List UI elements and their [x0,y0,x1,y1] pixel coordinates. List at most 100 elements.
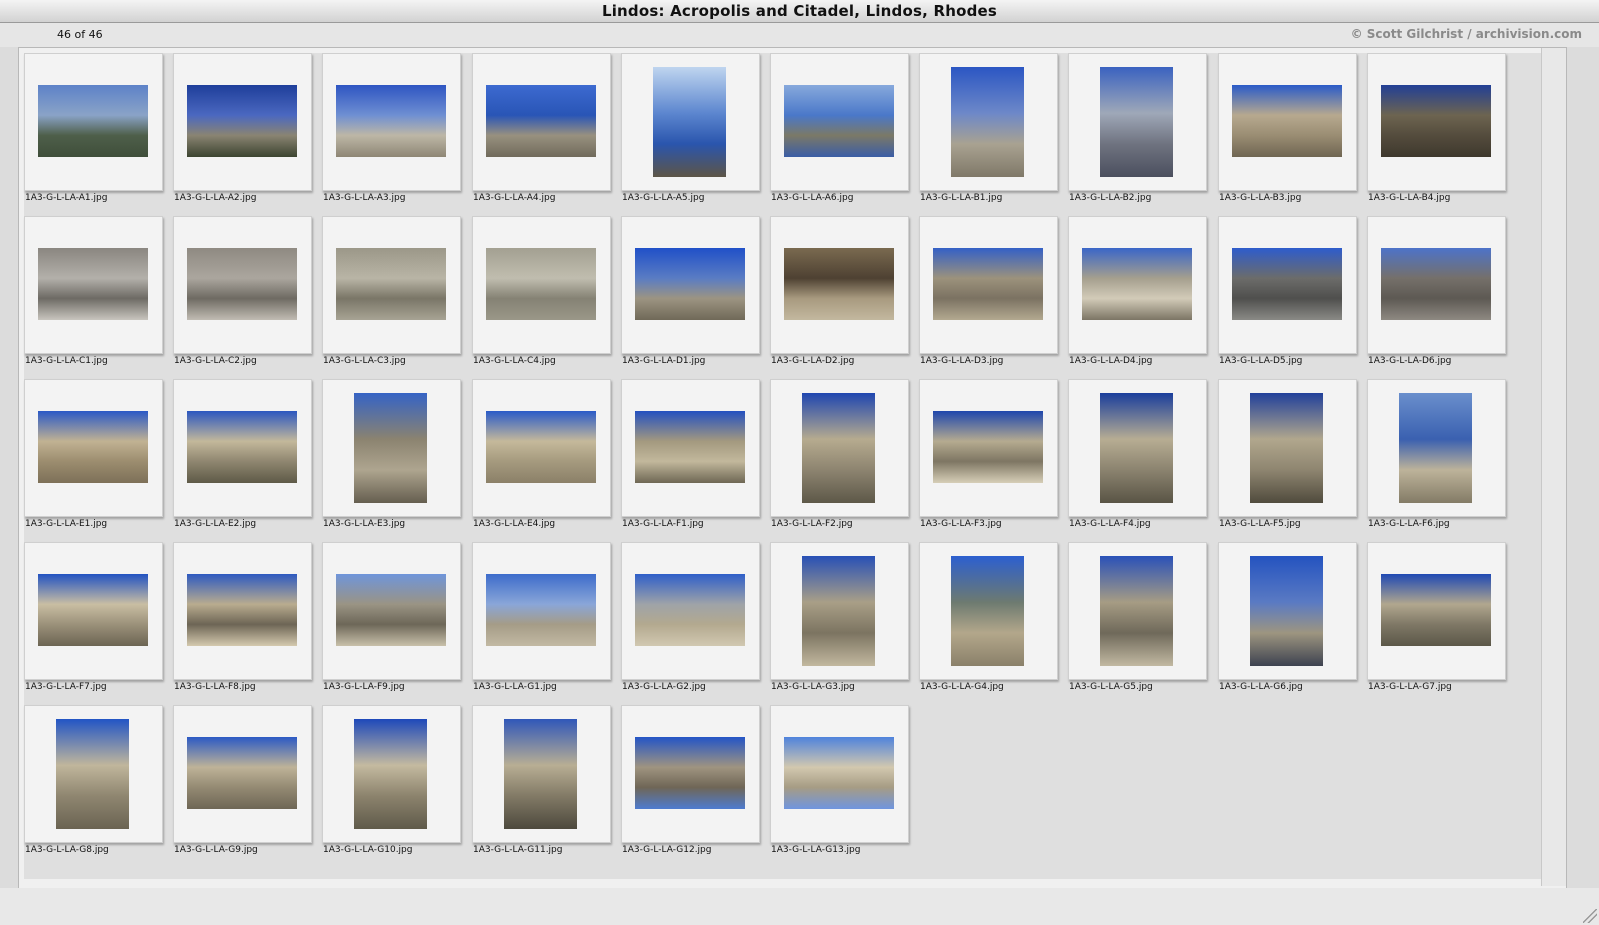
photo-thumbnail[interactable] [336,85,446,157]
thumbnail-item[interactable]: 1A3-G-L-LA-F5.jpg [1218,379,1367,541]
thumbnail-item[interactable]: 1A3-G-L-LA-G13.jpg [770,705,919,867]
thumbnail-item[interactable]: 1A3-G-L-LA-G1.jpg [472,542,621,704]
thumbnail-item[interactable]: 1A3-G-L-LA-D2.jpg [770,216,919,378]
thumbnail-item[interactable]: 1A3-G-L-LA-B3.jpg [1218,53,1367,215]
resize-grip-icon[interactable] [1583,909,1597,923]
thumbnail-item[interactable]: 1A3-G-L-LA-E4.jpg [472,379,621,541]
photo-thumbnail[interactable] [187,411,297,483]
photo-thumbnail[interactable] [486,85,596,157]
thumbnail-item[interactable]: 1A3-G-L-LA-G5.jpg [1068,542,1217,704]
thumbnail-item[interactable]: 1A3-G-L-LA-G6.jpg [1218,542,1367,704]
slide-mount[interactable] [770,216,909,354]
slide-mount[interactable] [322,216,461,354]
photo-thumbnail[interactable] [187,574,297,646]
thumbnail-item[interactable]: 1A3-G-L-LA-E1.jpg [24,379,173,541]
slide-mount[interactable] [1367,216,1506,354]
slide-mount[interactable] [1367,542,1506,680]
thumbnail-item[interactable]: 1A3-G-L-LA-F2.jpg [770,379,919,541]
thumbnail-item[interactable]: 1A3-G-L-LA-D5.jpg [1218,216,1367,378]
photo-thumbnail[interactable] [1381,574,1491,646]
photo-thumbnail[interactable] [38,85,148,157]
thumbnail-item[interactable]: 1A3-G-L-LA-G11.jpg [472,705,621,867]
slide-mount[interactable] [472,379,611,517]
thumbnail-item[interactable]: 1A3-G-L-LA-A6.jpg [770,53,919,215]
slide-mount[interactable] [1218,542,1357,680]
slide-mount[interactable] [919,542,1058,680]
thumbnail-item[interactable]: 1A3-G-L-LA-A5.jpg [621,53,770,215]
thumbnail-item[interactable]: 1A3-G-L-LA-B4.jpg [1367,53,1516,215]
photo-thumbnail[interactable] [635,248,745,320]
photo-thumbnail[interactable] [802,393,875,503]
photo-thumbnail[interactable] [504,719,577,829]
thumbnail-item[interactable]: 1A3-G-L-LA-G12.jpg [621,705,770,867]
thumbnail-item[interactable]: 1A3-G-L-LA-C1.jpg [24,216,173,378]
slide-mount[interactable] [621,53,760,191]
slide-mount[interactable] [770,53,909,191]
slide-mount[interactable] [919,216,1058,354]
photo-thumbnail[interactable] [784,248,894,320]
slide-mount[interactable] [24,379,163,517]
photo-thumbnail[interactable] [1250,556,1323,666]
slide-mount[interactable] [24,53,163,191]
thumbnail-item[interactable]: 1A3-G-L-LA-F6.jpg [1367,379,1516,541]
photo-thumbnail[interactable] [187,248,297,320]
thumbnail-item[interactable]: 1A3-G-L-LA-C4.jpg [472,216,621,378]
thumbnail-item[interactable]: 1A3-G-L-LA-A2.jpg [173,53,322,215]
thumbnail-item[interactable]: 1A3-G-L-LA-D6.jpg [1367,216,1516,378]
slide-mount[interactable] [472,705,611,843]
photo-thumbnail[interactable] [486,574,596,646]
thumbnail-item[interactable]: 1A3-G-L-LA-D3.jpg [919,216,1068,378]
thumbnail-item[interactable]: 1A3-G-L-LA-F3.jpg [919,379,1068,541]
slide-mount[interactable] [1068,542,1207,680]
photo-thumbnail[interactable] [1100,393,1173,503]
slide-mount[interactable] [1367,379,1506,517]
thumbnail-item[interactable]: 1A3-G-L-LA-F1.jpg [621,379,770,541]
slide-mount[interactable] [24,705,163,843]
thumbnail-item[interactable]: 1A3-G-L-LA-D1.jpg [621,216,770,378]
thumbnail-item[interactable]: 1A3-G-L-LA-B1.jpg [919,53,1068,215]
thumbnail-item[interactable]: 1A3-G-L-LA-F7.jpg [24,542,173,704]
thumbnail-item[interactable]: 1A3-G-L-LA-E3.jpg [322,379,471,541]
photo-thumbnail[interactable] [38,411,148,483]
photo-thumbnail[interactable] [336,248,446,320]
vertical-scrollbar[interactable] [1541,48,1566,886]
slide-mount[interactable] [472,53,611,191]
photo-thumbnail[interactable] [486,248,596,320]
photo-thumbnail[interactable] [486,411,596,483]
photo-thumbnail[interactable] [1082,248,1192,320]
thumbnail-item[interactable]: 1A3-G-L-LA-G7.jpg [1367,542,1516,704]
slide-mount[interactable] [1068,216,1207,354]
slide-mount[interactable] [322,379,461,517]
slide-mount[interactable] [173,542,312,680]
slide-mount[interactable] [770,542,909,680]
photo-thumbnail[interactable] [38,574,148,646]
slide-mount[interactable] [1218,379,1357,517]
thumbnail-item[interactable]: 1A3-G-L-LA-G2.jpg [621,542,770,704]
photo-thumbnail[interactable] [1232,85,1342,157]
slide-mount[interactable] [173,705,312,843]
slide-mount[interactable] [1367,53,1506,191]
photo-thumbnail[interactable] [635,411,745,483]
photo-thumbnail[interactable] [187,737,297,809]
thumbnail-item[interactable]: 1A3-G-L-LA-G8.jpg [24,705,173,867]
photo-thumbnail[interactable] [56,719,129,829]
thumbnail-item[interactable]: 1A3-G-L-LA-G4.jpg [919,542,1068,704]
photo-thumbnail[interactable] [336,574,446,646]
photo-thumbnail[interactable] [1399,393,1472,503]
thumbnail-item[interactable]: 1A3-G-L-LA-F8.jpg [173,542,322,704]
photo-thumbnail[interactable] [1100,556,1173,666]
photo-thumbnail[interactable] [635,737,745,809]
slide-mount[interactable] [1068,379,1207,517]
photo-thumbnail[interactable] [635,574,745,646]
thumbnail-item[interactable]: 1A3-G-L-LA-C2.jpg [173,216,322,378]
photo-thumbnail[interactable] [1381,85,1491,157]
slide-mount[interactable] [472,216,611,354]
slide-mount[interactable] [472,542,611,680]
thumbnail-item[interactable]: 1A3-G-L-LA-G9.jpg [173,705,322,867]
slide-mount[interactable] [919,379,1058,517]
thumbnail-item[interactable]: 1A3-G-L-LA-A1.jpg [24,53,173,215]
slide-mount[interactable] [1218,53,1357,191]
slide-mount[interactable] [770,705,909,843]
photo-thumbnail[interactable] [653,67,726,177]
photo-thumbnail[interactable] [951,556,1024,666]
